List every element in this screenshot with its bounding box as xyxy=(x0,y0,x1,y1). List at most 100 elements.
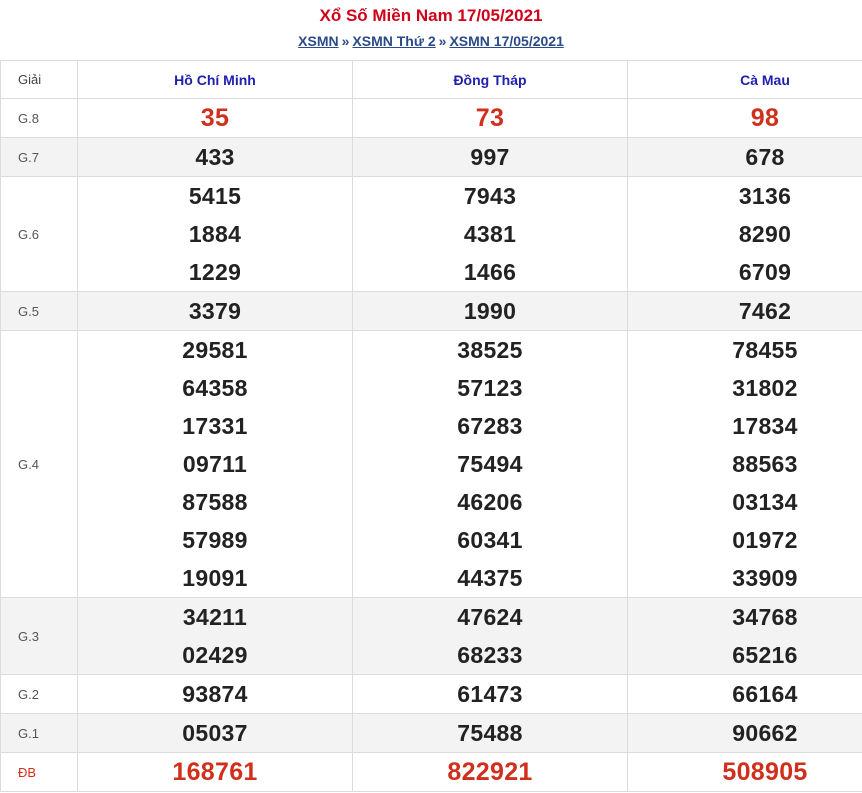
result-number: 90662 xyxy=(732,720,798,746)
breadcrumb-link-xsmn-thu2[interactable]: XSMN Thứ 2 xyxy=(352,33,435,49)
result-number: 87588 xyxy=(182,489,248,515)
result-cell: 66164 xyxy=(627,674,862,714)
result-cell: 168761 xyxy=(77,752,353,792)
prize-label: G.5 xyxy=(0,291,78,331)
prize-label: G.4 xyxy=(0,330,78,598)
table-row: G.1 05037 75488 90662 xyxy=(0,713,862,753)
prize-label: G.1 xyxy=(0,713,78,753)
result-number: 68233 xyxy=(457,642,523,668)
result-number: 93874 xyxy=(182,681,248,707)
result-number: 5415 xyxy=(188,183,242,209)
result-number: 3379 xyxy=(188,298,242,324)
result-cell: 38525 57123 67283 75494 46206 60341 44375 xyxy=(352,330,628,598)
result-number: 8290 xyxy=(738,221,792,247)
table-row: G.4 29581 64358 17331 09711 87588 57989 19091 38… xyxy=(0,330,862,598)
result-number: 7943 xyxy=(463,183,517,209)
table-row: G.2 93874 61473 66164 xyxy=(0,674,862,714)
result-number: 98 xyxy=(750,104,780,132)
result-number: 17834 xyxy=(732,413,798,439)
result-number: 4381 xyxy=(463,221,517,247)
result-cell: 34211 02429 xyxy=(77,597,353,675)
result-cell: 34768 65216 xyxy=(627,597,862,675)
result-number: 78455 xyxy=(732,337,798,363)
result-number: 44375 xyxy=(457,565,523,591)
result-number: 33909 xyxy=(732,565,798,591)
prize-label: G.2 xyxy=(0,674,78,714)
result-number: 6709 xyxy=(738,259,792,285)
result-number: 1884 xyxy=(188,221,242,247)
page-title: Xổ Số Miền Nam 17/05/2021 xyxy=(319,6,543,25)
result-number: 433 xyxy=(195,144,235,170)
result-number: 05037 xyxy=(182,720,248,746)
result-number: 3136 xyxy=(738,183,792,209)
result-cell: 05037 xyxy=(77,713,353,753)
result-cell: 433 xyxy=(77,137,353,177)
result-cell: 98 xyxy=(627,98,862,138)
result-number: 34211 xyxy=(182,604,248,630)
result-number: 09711 xyxy=(182,451,248,477)
result-number: 508905 xyxy=(722,758,808,786)
result-number: 67283 xyxy=(457,413,523,439)
breadcrumb-link-xsmn-date[interactable]: XSMN 17/05/2021 xyxy=(449,33,563,49)
result-number: 29581 xyxy=(182,337,248,363)
result-cell: 78455 31802 17834 88563 03134 01972 33909 xyxy=(627,330,862,598)
result-cell: 1990 xyxy=(352,291,628,331)
result-number: 75488 xyxy=(457,720,523,746)
result-number: 64358 xyxy=(182,375,248,401)
result-cell: 90662 xyxy=(627,713,862,753)
breadcrumb-link-xsmn[interactable]: XSMN xyxy=(298,33,338,49)
result-number: 73 xyxy=(475,104,505,132)
result-cell: 5415 1884 1229 xyxy=(77,176,353,292)
result-number: 822921 xyxy=(447,758,533,786)
result-number: 60341 xyxy=(457,527,523,553)
result-cell: 3379 xyxy=(77,291,353,331)
prize-label: G.6 xyxy=(0,176,78,292)
prize-label: G.7 xyxy=(0,137,78,177)
result-cell: 7943 4381 1466 xyxy=(352,176,628,292)
result-number: 47624 xyxy=(457,604,523,630)
prize-label: ĐB xyxy=(0,752,78,792)
breadcrumb-separator: » xyxy=(341,33,350,49)
result-number: 46206 xyxy=(457,489,523,515)
result-number: 1990 xyxy=(463,298,517,324)
result-number: 61473 xyxy=(457,681,523,707)
page-header: Xổ Số Miền Nam 17/05/2021 XSMN» XSMN Thứ … xyxy=(0,0,862,60)
result-cell: 93874 xyxy=(77,674,353,714)
table-row: G.7 433 997 678 xyxy=(0,137,862,177)
table-row: G.5 3379 1990 7462 xyxy=(0,291,862,331)
result-number: 1466 xyxy=(463,259,517,285)
province-header-ca-mau[interactable]: Cà Mau xyxy=(627,60,862,99)
result-number: 03134 xyxy=(732,489,798,515)
result-number: 75494 xyxy=(457,451,523,477)
result-cell: 75488 xyxy=(352,713,628,753)
result-cell: 35 xyxy=(77,98,353,138)
result-number: 35 xyxy=(200,104,230,132)
table-row: G.6 5415 1884 1229 7943 4381 1466 3136 8290 6709 xyxy=(0,176,862,292)
result-number: 31802 xyxy=(732,375,798,401)
result-number: 168761 xyxy=(172,758,258,786)
breadcrumb: XSMN» XSMN Thứ 2» XSMN 17/05/2021 xyxy=(0,32,862,50)
result-cell: 3136 8290 6709 xyxy=(627,176,862,292)
result-number: 66164 xyxy=(732,681,798,707)
province-header-dong-thap[interactable]: Đồng Tháp xyxy=(352,60,628,99)
table-row: G.3 34211 02429 47624 68233 34768 65216 xyxy=(0,597,862,675)
result-number: 997 xyxy=(470,144,510,170)
result-cell: 997 xyxy=(352,137,628,177)
result-number: 38525 xyxy=(457,337,523,363)
results-body: G.8 35 73 98 G.7 433 997 678 G.6 5415 1884 1229 7943… xyxy=(0,98,862,792)
results-table: Giải Hồ Chí Minh Đồng Tháp Cà Mau G.8 35 7… xyxy=(0,60,862,792)
result-number: 88563 xyxy=(732,451,798,477)
result-cell: 508905 xyxy=(627,752,862,792)
result-number: 34768 xyxy=(732,604,798,630)
result-number: 17331 xyxy=(182,413,248,439)
result-number: 7462 xyxy=(738,298,792,324)
result-number: 678 xyxy=(745,144,785,170)
result-number: 1229 xyxy=(188,259,242,285)
province-header-ho-chi-minh[interactable]: Hồ Chí Minh xyxy=(77,60,353,99)
prize-label: G.3 xyxy=(0,597,78,675)
result-number: 65216 xyxy=(732,642,798,668)
breadcrumb-separator: » xyxy=(438,33,447,49)
table-row: G.8 35 73 98 xyxy=(0,98,862,138)
result-number: 57123 xyxy=(457,375,523,401)
result-cell: 678 xyxy=(627,137,862,177)
